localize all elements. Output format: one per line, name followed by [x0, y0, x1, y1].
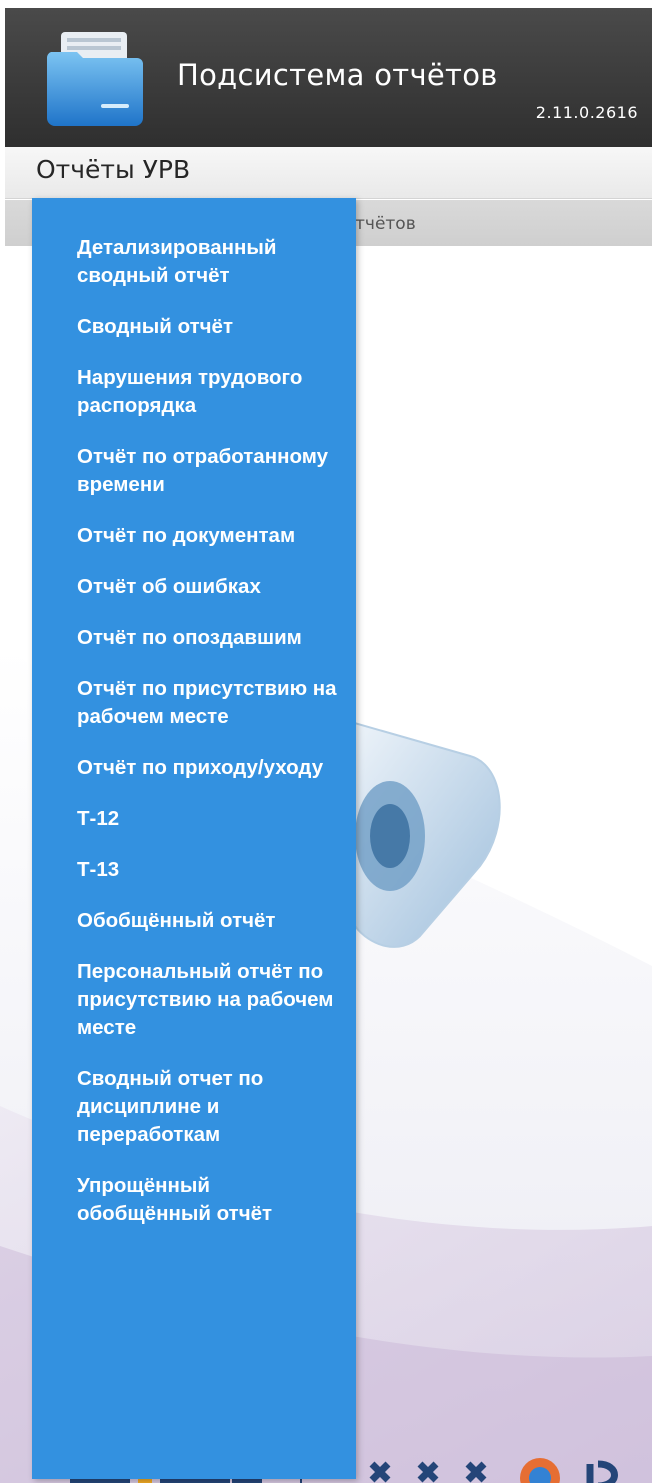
menu-item-documents-report[interactable]: Отчёт по документам	[77, 522, 337, 550]
app-title: Подсистема отчётов	[177, 58, 498, 92]
folder-icon	[45, 30, 143, 130]
reports-dropdown-menu: Детализированный сводный отчёт Сводный о…	[32, 198, 356, 1479]
menu-item-summary-report[interactable]: Сводный отчёт	[77, 313, 337, 341]
menu-item-labor-violations[interactable]: Нарушения трудового распорядка	[77, 364, 337, 420]
menu-item-t12[interactable]: Т-12	[77, 805, 337, 833]
app-version: 2.11.0.2616	[535, 103, 638, 122]
menu-item-t13[interactable]: Т-13	[77, 856, 337, 884]
menu-item-generalized-report[interactable]: Обобщённый отчёт	[77, 907, 337, 935]
breadcrumb-text: тчётов	[355, 214, 416, 234]
app-header: Подсистема отчётов 2.11.0.2616	[5, 8, 652, 147]
menu-item-personal-presence-report[interactable]: Персональный отчёт по присутствию на раб…	[77, 958, 337, 1042]
menu-item-errors-report[interactable]: Отчёт об ошибках	[77, 573, 337, 601]
menu-item-late-report[interactable]: Отчёт по опоздавшим	[77, 624, 337, 652]
menu-bar: Отчёты УРВ	[5, 147, 652, 199]
menu-reports-urv[interactable]: Отчёты УРВ	[36, 155, 190, 184]
menu-item-discipline-overtime-report[interactable]: Сводный отчет по дисциплине и переработк…	[77, 1065, 337, 1149]
menu-item-detailed-summary-report[interactable]: Детализированный сводный отчёт	[77, 234, 337, 290]
menu-item-arrival-departure-report[interactable]: Отчёт по приходу/уходу	[77, 754, 337, 782]
menu-item-worked-time-report[interactable]: Отчёт по отработанному времени	[77, 443, 337, 499]
menu-item-presence-report[interactable]: Отчёт по присутствию на рабочем месте	[77, 675, 337, 731]
menu-item-simplified-generalized-report[interactable]: Упрощённый обобщённый отчёт	[77, 1172, 337, 1228]
